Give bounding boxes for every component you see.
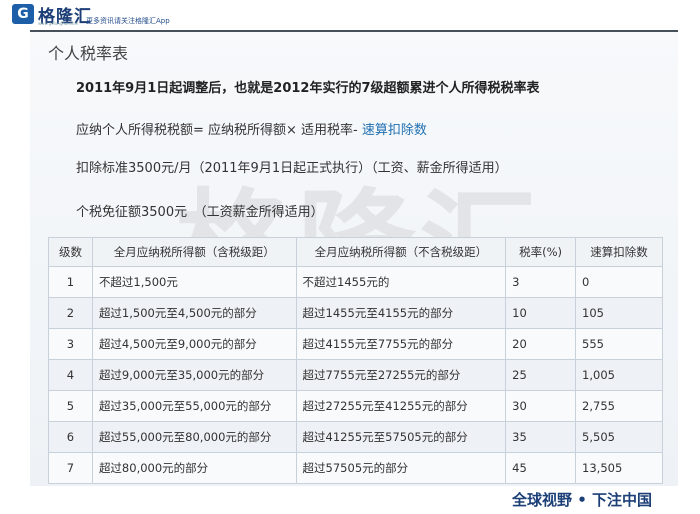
cell-income-inclusive: 超过4,500元至9,000元的部分 [91, 328, 297, 360]
cell-income-exclusive: 不超过1455元的 [295, 266, 507, 298]
cell-income-exclusive: 超过41255元至57505元的部分 [295, 421, 507, 453]
cell-income-inclusive: 超过9,000元至35,000元的部分 [91, 359, 297, 391]
cell-quick-deduction: 1,005 [575, 359, 663, 391]
table-row: 6 超过55,000元至80,000元的部分 超过41255元至57505元的部… [48, 421, 663, 453]
cell-income-inclusive: 不超过1,500元 [91, 266, 297, 298]
cell-level: 7 [48, 452, 93, 484]
header-rate: 税率(%) [505, 237, 577, 267]
table-row: 4 超过9,000元至35,000元的部分 超过7755元至27255元的部分 … [48, 359, 663, 391]
cell-quick-deduction: 0 [575, 266, 663, 298]
header-income-exclusive: 全月应纳税所得额（不含税级距） [295, 237, 507, 267]
quick-deduction-link[interactable]: 速算扣除数 [362, 123, 427, 138]
cell-quick-deduction: 2,755 [575, 390, 663, 422]
table-row: 3 超过4,500元至9,000元的部分 超过4155元至7755元的部分 20… [48, 328, 663, 360]
formula-line: 应纳个人所得税税额= 应纳税所得额× 适用税率- 速算扣除数 [76, 119, 427, 138]
cell-income-inclusive: 超过35,000元至55,000元的部分 [91, 390, 297, 422]
table-row: 5 超过35,000元至55,000元的部分 超过27255元至41255元的部… [48, 390, 663, 422]
brand-tagline: 更多资讯请关注格隆汇App [86, 17, 170, 25]
top-bar: G 格隆汇 www.gelonghui.com 更多资讯请关注格隆汇App [0, 0, 700, 28]
cell-level: 6 [48, 421, 93, 453]
cell-quick-deduction: 105 [575, 297, 663, 329]
table-header-row: 级数 全月应纳税所得额（含税级距） 全月应纳税所得额（不含税级距） 税率(%) … [48, 237, 663, 267]
table-row: 1 不超过1,500元 不超过1455元的 3 0 [48, 266, 663, 298]
tax-rate-table: 级数 全月应纳税所得额（含税级距） 全月应纳税所得额（不含税级距） 税率(%) … [48, 237, 663, 484]
cell-rate: 20 [505, 328, 577, 360]
cell-quick-deduction: 555 [575, 328, 663, 360]
cell-quick-deduction: 13,505 [575, 452, 663, 484]
cell-income-exclusive: 超过27255元至41255元的部分 [295, 390, 507, 422]
cell-quick-deduction: 5,505 [575, 421, 663, 453]
cell-income-inclusive: 超过55,000元至80,000元的部分 [91, 421, 297, 453]
cell-rate: 30 [505, 390, 577, 422]
formula-text: 应纳个人所得税税额= 应纳税所得额× 适用税率- [76, 123, 362, 138]
brand-slogan: 全球视野 • 下注中国 [512, 491, 653, 509]
cell-level: 4 [48, 359, 93, 391]
cell-income-inclusive: 超过80,000元的部分 [91, 452, 297, 484]
doc-subtitle: 2011年9月1日起调整后，也就是2012年实行的7级超额累进个人所得税税率表 [76, 81, 540, 96]
cell-income-exclusive: 超过7755元至27255元的部分 [295, 359, 507, 391]
cell-rate: 35 [505, 421, 577, 453]
cell-income-exclusive: 超过4155元至7755元的部分 [295, 328, 507, 360]
cell-rate: 25 [505, 359, 577, 391]
cell-level: 2 [48, 297, 93, 329]
page-title: 个人税率表 [48, 44, 129, 63]
cell-level: 5 [48, 390, 93, 422]
deduction-standard: 扣除标准3500元/月（2011年9月1日起正式执行）（工资、薪金所得适用） [76, 161, 508, 176]
brand-logo-icon: G [12, 4, 34, 24]
table-row: 2 超过1,500元至4,500元的部分 超过1455元至4155元的部分 10… [48, 297, 663, 329]
header-quick-deduction: 速算扣除数 [575, 237, 663, 267]
header-level: 级数 [48, 237, 93, 267]
cell-rate: 45 [505, 452, 577, 484]
table-row: 7 超过80,000元的部分 超过57505元的部分 45 13,505 [48, 452, 663, 484]
cell-level: 1 [48, 266, 93, 298]
exemption-note: 个税免征额3500元 （工资薪金所得适用） [76, 205, 324, 220]
cell-rate: 3 [505, 266, 577, 298]
brand-domain: www.gelonghui.com [38, 21, 79, 26]
header-income-inclusive: 全月应纳税所得额（含税级距） [91, 237, 297, 267]
cell-income-exclusive: 超过1455元至4155元的部分 [295, 297, 507, 329]
cell-income-exclusive: 超过57505元的部分 [295, 452, 507, 484]
cell-income-inclusive: 超过1,500元至4,500元的部分 [91, 297, 297, 329]
cell-rate: 10 [505, 297, 577, 329]
cell-level: 3 [48, 328, 93, 360]
